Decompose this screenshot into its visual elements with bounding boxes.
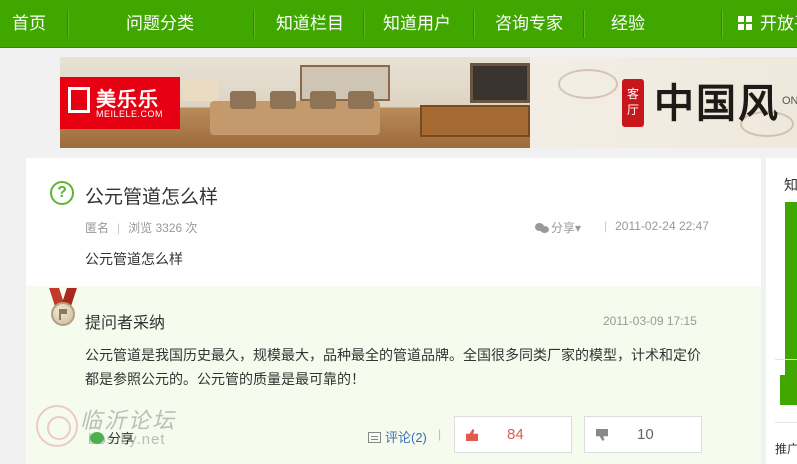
grid-icon bbox=[738, 16, 752, 30]
answer-card: 提问者采纳 2011-03-09 17:15 公元管道是我国历史最久，规模最大，… bbox=[26, 286, 761, 464]
nav-divider bbox=[583, 10, 584, 38]
upvote-button[interactable]: 84 bbox=[454, 416, 572, 453]
sidebar-ad[interactable] bbox=[785, 202, 797, 380]
question-card: ? 公元管道怎么样 匿名 | 浏览 3326 次 分享▾ | 2011-02-24 2… bbox=[26, 158, 761, 286]
top-nav: 首页 问题分类 知道栏目 知道用户 咨询专家 经验 开放平 bbox=[0, 0, 797, 48]
downvote-button[interactable]: 10 bbox=[584, 416, 702, 453]
right-sidebar: 知 推广 bbox=[766, 158, 797, 464]
answer-date: 2011-03-09 17:15 bbox=[603, 314, 697, 328]
nav-divider bbox=[721, 10, 722, 38]
banner-headline: 中国风 bbox=[654, 80, 780, 127]
nav-open-platform[interactable]: 开放平 bbox=[738, 0, 797, 48]
banner-seal: 客厅 bbox=[622, 79, 644, 127]
question-share-button[interactable]: 分享▾ bbox=[535, 219, 581, 236]
comment-link[interactable]: 评论(2) bbox=[368, 427, 427, 446]
nav-open-platform-label: 开放平 bbox=[760, 14, 797, 33]
chevron-down-icon: ▾ bbox=[575, 221, 582, 235]
banner-logo: 美乐乐 MEILELE.COM bbox=[60, 77, 180, 129]
wechat-icon bbox=[90, 432, 104, 444]
answer-badge-title: 提问者采纳 bbox=[85, 315, 166, 332]
downvote-count: 10 bbox=[637, 426, 654, 443]
answer-share-button[interactable]: 分享 bbox=[90, 428, 134, 447]
nav-experience[interactable]: 经验 bbox=[588, 0, 668, 48]
question-title: 公元管道怎么样 bbox=[85, 187, 219, 208]
nav-categories[interactable]: 问题分类 bbox=[100, 0, 220, 48]
divider bbox=[775, 359, 797, 360]
thumbs-up-icon bbox=[466, 429, 478, 441]
nav-experts[interactable]: 咨询专家 bbox=[474, 0, 584, 48]
nav-home[interactable]: 首页 bbox=[0, 0, 58, 48]
question-icon: ? bbox=[50, 181, 74, 205]
question-views: 浏览 3326 次 bbox=[128, 221, 198, 235]
nav-divider bbox=[67, 10, 68, 38]
question-author[interactable]: 匿名 bbox=[85, 221, 109, 235]
comment-icon bbox=[368, 432, 381, 443]
wechat-icon bbox=[535, 222, 549, 233]
medal-icon bbox=[49, 288, 77, 332]
upvote-count: 84 bbox=[507, 426, 524, 443]
nav-columns[interactable]: 知道栏目 bbox=[258, 0, 362, 48]
thumbs-down-icon bbox=[596, 429, 608, 441]
question-description: 公元管道怎么样 bbox=[85, 251, 183, 267]
house-icon bbox=[68, 87, 90, 113]
watermark-logo bbox=[36, 405, 78, 447]
sidebar-heading: 知 bbox=[784, 177, 797, 193]
sidebar-footer-label: 推广 bbox=[775, 442, 797, 456]
sidebar-button[interactable] bbox=[780, 375, 797, 405]
banner-ad[interactable]: 美乐乐 MEILELE.COM 客厅 中国风 ON bbox=[60, 57, 797, 148]
nav-users[interactable]: 知道用户 bbox=[364, 0, 470, 48]
banner-edge-text: ON bbox=[782, 95, 797, 107]
divider: | bbox=[438, 427, 442, 441]
divider bbox=[775, 422, 797, 423]
question-meta: 匿名 | 浏览 3326 次 bbox=[85, 221, 198, 235]
question-date: | 2011-02-24 22:47 bbox=[604, 219, 709, 233]
answer-body: 公元管道是我国历史最久，规模最大，品种最全的管道品牌。全国很多同类厂家的模型，计… bbox=[85, 347, 701, 387]
nav-divider bbox=[253, 10, 254, 38]
